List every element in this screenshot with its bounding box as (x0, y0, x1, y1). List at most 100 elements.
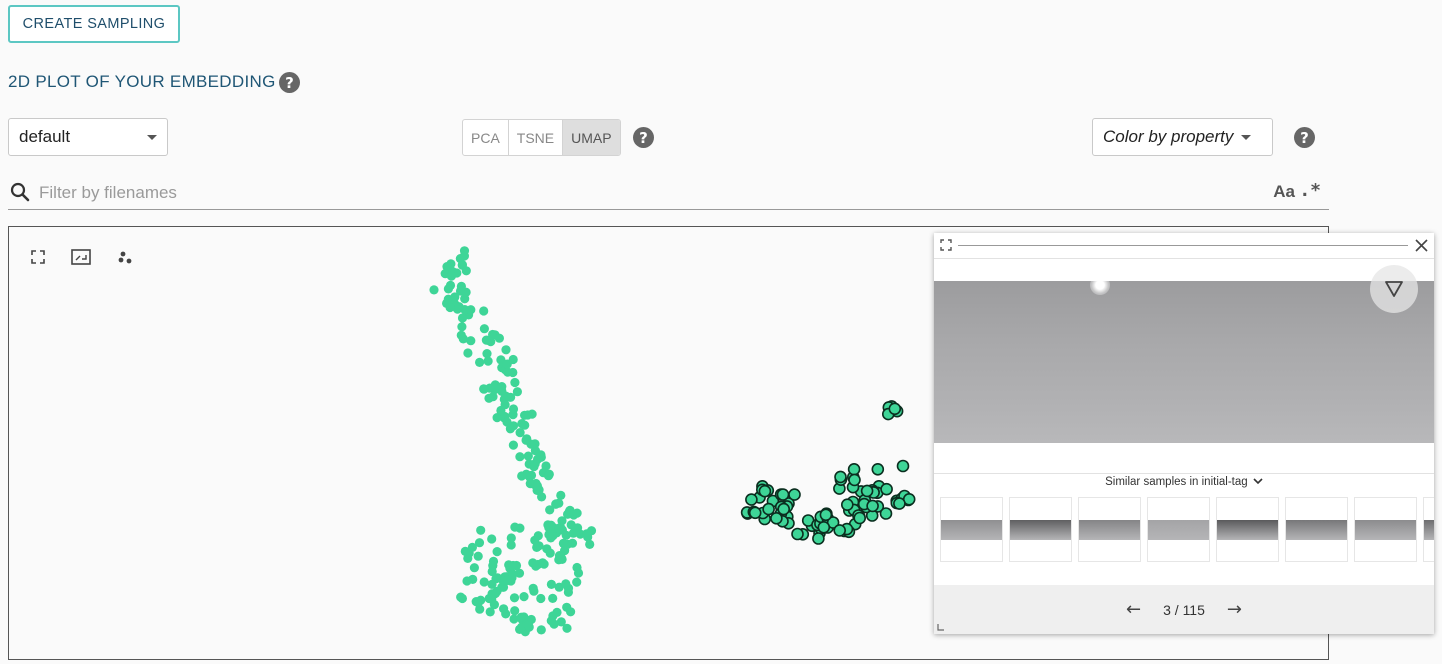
embedding-point[interactable] (502, 359, 512, 369)
embedding-point[interactable] (510, 522, 520, 532)
similar-samples-dropdown[interactable]: Similar samples in initial-tag (934, 476, 1434, 488)
embedding-point[interactable] (526, 470, 537, 480)
filter-funnel-button[interactable] (1370, 265, 1418, 313)
embedding-point[interactable] (554, 498, 564, 508)
embedding-point[interactable] (516, 612, 526, 622)
projection-help-icon[interactable]: ? (633, 127, 654, 148)
embedding-point[interactable] (466, 305, 476, 315)
embedding-point[interactable] (445, 302, 455, 313)
embedding-point[interactable] (508, 404, 519, 414)
embedding-point[interactable] (484, 393, 494, 403)
embedding-point[interactable] (479, 324, 489, 334)
embedding-point[interactable] (503, 367, 513, 377)
embedding-point[interactable] (517, 471, 527, 481)
embedding-point[interactable] (487, 566, 497, 577)
embedding-point[interactable] (462, 576, 472, 586)
selected-point[interactable] (817, 520, 831, 534)
embedding-point[interactable] (558, 538, 569, 548)
embedding-point[interactable] (538, 558, 548, 568)
embedding-point[interactable] (572, 508, 582, 518)
embedding-point[interactable] (548, 593, 558, 603)
resize-handle-icon[interactable] (937, 623, 945, 631)
embedding-point[interactable] (557, 516, 567, 526)
regex-toggle[interactable]: .* (1299, 180, 1321, 201)
embedding-point[interactable] (501, 345, 511, 355)
selected-point[interactable] (819, 508, 833, 522)
embedding-point[interactable] (508, 560, 518, 571)
help-icon[interactable]: ? (279, 72, 300, 93)
embedding-point[interactable] (572, 577, 582, 587)
embedding-point[interactable] (533, 531, 543, 541)
selected-point[interactable] (888, 402, 902, 416)
embedding-point[interactable] (509, 593, 520, 603)
selected-point[interactable] (791, 527, 804, 541)
selected-point[interactable] (770, 511, 783, 525)
selected-point[interactable] (833, 524, 847, 537)
embedding-point[interactable] (488, 556, 499, 566)
selected-point[interactable] (748, 506, 762, 520)
selected-point[interactable] (848, 473, 861, 487)
projection-option-pca[interactable]: PCA (463, 120, 509, 155)
selected-point[interactable] (840, 498, 854, 512)
embedding-point[interactable] (510, 377, 520, 388)
embedding-point[interactable] (454, 302, 464, 312)
similar-thumbnail[interactable] (1354, 497, 1417, 562)
embedding-point[interactable] (461, 266, 471, 276)
embedding-point[interactable] (582, 529, 592, 539)
embedding-point[interactable] (556, 617, 566, 627)
embedding-point[interactable] (536, 625, 546, 635)
embedding-point[interactable] (541, 461, 551, 471)
embedding-point[interactable] (523, 451, 533, 461)
embedding-point[interactable] (457, 322, 467, 332)
embedding-point[interactable] (475, 357, 485, 367)
embedding-point[interactable] (474, 538, 485, 548)
embedding-point[interactable] (554, 524, 564, 534)
color-help-icon[interactable]: ? (1294, 127, 1315, 148)
embedding-point[interactable] (457, 313, 468, 323)
embedding-point[interactable] (515, 452, 525, 462)
similar-thumbnail[interactable] (1216, 497, 1279, 562)
embedding-point[interactable] (469, 563, 479, 573)
selected-point[interactable] (788, 488, 801, 501)
embedding-point[interactable] (545, 548, 555, 558)
embedding-point[interactable] (497, 382, 507, 392)
embedding-point[interactable] (505, 424, 515, 434)
selected-point[interactable] (812, 532, 825, 545)
projection-option-tsne[interactable]: TSNE (509, 120, 564, 155)
embedding-point[interactable] (476, 525, 486, 535)
embedding-point[interactable] (463, 348, 473, 358)
embedding-point[interactable] (536, 593, 546, 604)
embedding-point[interactable] (556, 490, 566, 500)
similar-thumbnail[interactable] (1009, 497, 1072, 562)
selected-point[interactable] (871, 463, 885, 476)
embedding-point[interactable] (585, 539, 595, 549)
match-case-toggle[interactable]: Aa (1273, 182, 1295, 202)
embedding-point[interactable] (508, 440, 518, 450)
color-by-property-select[interactable]: Color by property (1092, 118, 1273, 156)
embedding-point[interactable] (506, 533, 516, 543)
embedding-select[interactable]: default (8, 118, 168, 156)
embedding-point[interactable] (481, 335, 491, 345)
embedding-point[interactable] (519, 592, 529, 602)
embedding-point[interactable] (515, 428, 525, 438)
embedding-point[interactable] (456, 330, 466, 340)
close-icon[interactable] (1415, 239, 1428, 252)
embedding-point[interactable] (456, 592, 466, 602)
expand-icon[interactable] (940, 239, 952, 251)
embedding-point[interactable] (510, 606, 520, 616)
selected-point[interactable] (853, 511, 867, 525)
embedding-point[interactable] (529, 462, 539, 472)
selected-point[interactable] (893, 497, 906, 510)
embedding-point[interactable] (494, 333, 504, 343)
embedding-point[interactable] (487, 579, 497, 589)
embedding-point[interactable] (473, 551, 483, 561)
selected-point[interactable] (880, 482, 893, 496)
embedding-point[interactable] (573, 568, 584, 578)
selected-point[interactable] (758, 484, 772, 498)
embedding-point[interactable] (568, 528, 579, 538)
embedding-point[interactable] (489, 600, 499, 610)
projection-option-umap[interactable]: UMAP (563, 120, 620, 155)
create-sampling-button[interactable]: CREATE SAMPLING (8, 5, 180, 43)
embedding-point[interactable] (479, 384, 489, 394)
next-sample-button[interactable]: → (1227, 599, 1242, 620)
